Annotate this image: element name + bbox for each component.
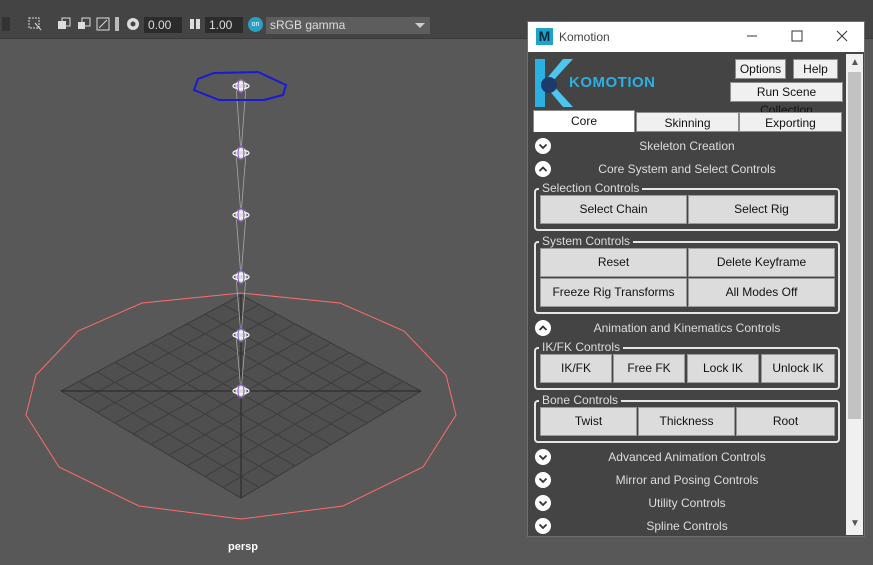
app-logo-icon: M (536, 28, 553, 45)
lock-ik-button[interactable]: Lock IK (687, 354, 759, 383)
color-management-toggle-icon[interactable]: on (248, 17, 263, 32)
tab-exporting[interactable]: Exporting (739, 112, 842, 132)
thickness-button[interactable]: Thickness (638, 407, 735, 436)
brand-wordmark: KOMOTION (569, 74, 656, 91)
reset-button[interactable]: Reset (540, 248, 687, 277)
section-spline[interactable]: Spline Controls (533, 515, 841, 536)
group-selection-controls: Selection Controls Select Chain Select R… (534, 181, 840, 231)
tab-skinning[interactable]: Skinning (636, 112, 739, 132)
tab-core[interactable]: Core (533, 110, 635, 132)
exposure-icon[interactable] (126, 17, 140, 31)
section-label: Core System and Select Controls (598, 162, 776, 176)
gamma-icon[interactable] (188, 17, 202, 31)
exposure-field[interactable]: 0.00 (144, 17, 182, 33)
toolbar-separator-icon (115, 17, 119, 31)
toolbar-handle-icon (2, 17, 10, 31)
free-fk-button[interactable]: Free FK (613, 354, 685, 383)
section-mirror-posing[interactable]: Mirror and Posing Controls (533, 469, 841, 491)
section-label: Skeleton Creation (639, 139, 735, 153)
section-advanced-animation[interactable]: Advanced Animation Controls (533, 446, 841, 468)
scroll-up-icon[interactable]: ▲ (850, 58, 860, 68)
tab-bar: Core Skinning Exporting (533, 110, 842, 132)
delete-keyframe-button[interactable]: Delete Keyframe (688, 248, 835, 277)
group-title: Selection Controls (539, 181, 643, 195)
select-camera-icon[interactable] (28, 17, 42, 31)
bookmark-icon[interactable] (57, 17, 71, 31)
komotion-body: KOMOTION Options Help Run Scene Collecti… (528, 52, 864, 536)
help-button[interactable]: Help (793, 59, 838, 79)
group-system-controls: System Controls Reset Delete Keyframe Fr… (534, 234, 840, 314)
gamma-field[interactable]: 1.00 (205, 17, 243, 33)
section-core-system[interactable]: Core System and Select Controls (533, 158, 841, 180)
section-utility[interactable]: Utility Controls (533, 492, 841, 514)
group-bone-controls: Bone Controls Twist Thickness Root (534, 393, 840, 443)
root-button[interactable]: Root (736, 407, 835, 436)
twist-button[interactable]: Twist (540, 407, 637, 436)
section-label: Mirror and Posing Controls (615, 473, 759, 487)
all-modes-off-button[interactable]: All Modes Off (688, 278, 835, 307)
ikfk-button[interactable]: IK/FK (540, 354, 612, 383)
close-icon[interactable] (834, 28, 850, 44)
scroll-down-icon[interactable]: ▼ (850, 519, 860, 529)
komotion-titlebar[interactable]: M Komotion (528, 22, 864, 52)
maximize-icon[interactable] (789, 28, 805, 44)
run-scene-collection-button[interactable]: Run Scene Collection (730, 82, 843, 117)
group-ikfk-controls: IK/FK Controls IK/FK Free FK Lock IK Unl… (534, 340, 840, 390)
resolution-gate-icon[interactable] (96, 17, 110, 31)
colorspace-value: sRGB gamma (270, 18, 346, 32)
minimize-icon[interactable] (744, 28, 760, 44)
window-title: Komotion (559, 30, 610, 44)
group-title: System Controls (539, 234, 634, 248)
section-animation-kinematics[interactable]: Animation and Kinematics Controls (533, 317, 841, 339)
section-label: Utility Controls (648, 496, 726, 510)
select-chain-button[interactable]: Select Chain (540, 195, 687, 224)
brand-logo: KOMOTION (535, 59, 656, 107)
section-label: Spline Controls (646, 519, 728, 533)
section-label: Animation and Kinematics Controls (593, 321, 781, 335)
options-button[interactable]: Options (735, 59, 786, 79)
freeze-rig-transforms-button[interactable]: Freeze Rig Transforms (540, 278, 687, 307)
chevron-down-icon (415, 23, 425, 28)
colorspace-dropdown[interactable]: sRGB gamma (266, 17, 430, 34)
komotion-window: M Komotion KOMOTION Options Help Run Sce… (527, 21, 865, 537)
section-label: Advanced Animation Controls (608, 450, 766, 464)
section-skeleton-creation[interactable]: Skeleton Creation (533, 135, 841, 157)
select-rig-button[interactable]: Select Rig (688, 195, 835, 224)
group-title: Bone Controls (539, 393, 622, 407)
image-plane-icon[interactable] (77, 17, 91, 31)
group-title: IK/FK Controls (539, 340, 624, 354)
unlock-ik-button[interactable]: Unlock IK (761, 354, 835, 383)
camera-label: persp (228, 541, 258, 553)
scrollbar-thumb[interactable] (848, 72, 861, 419)
